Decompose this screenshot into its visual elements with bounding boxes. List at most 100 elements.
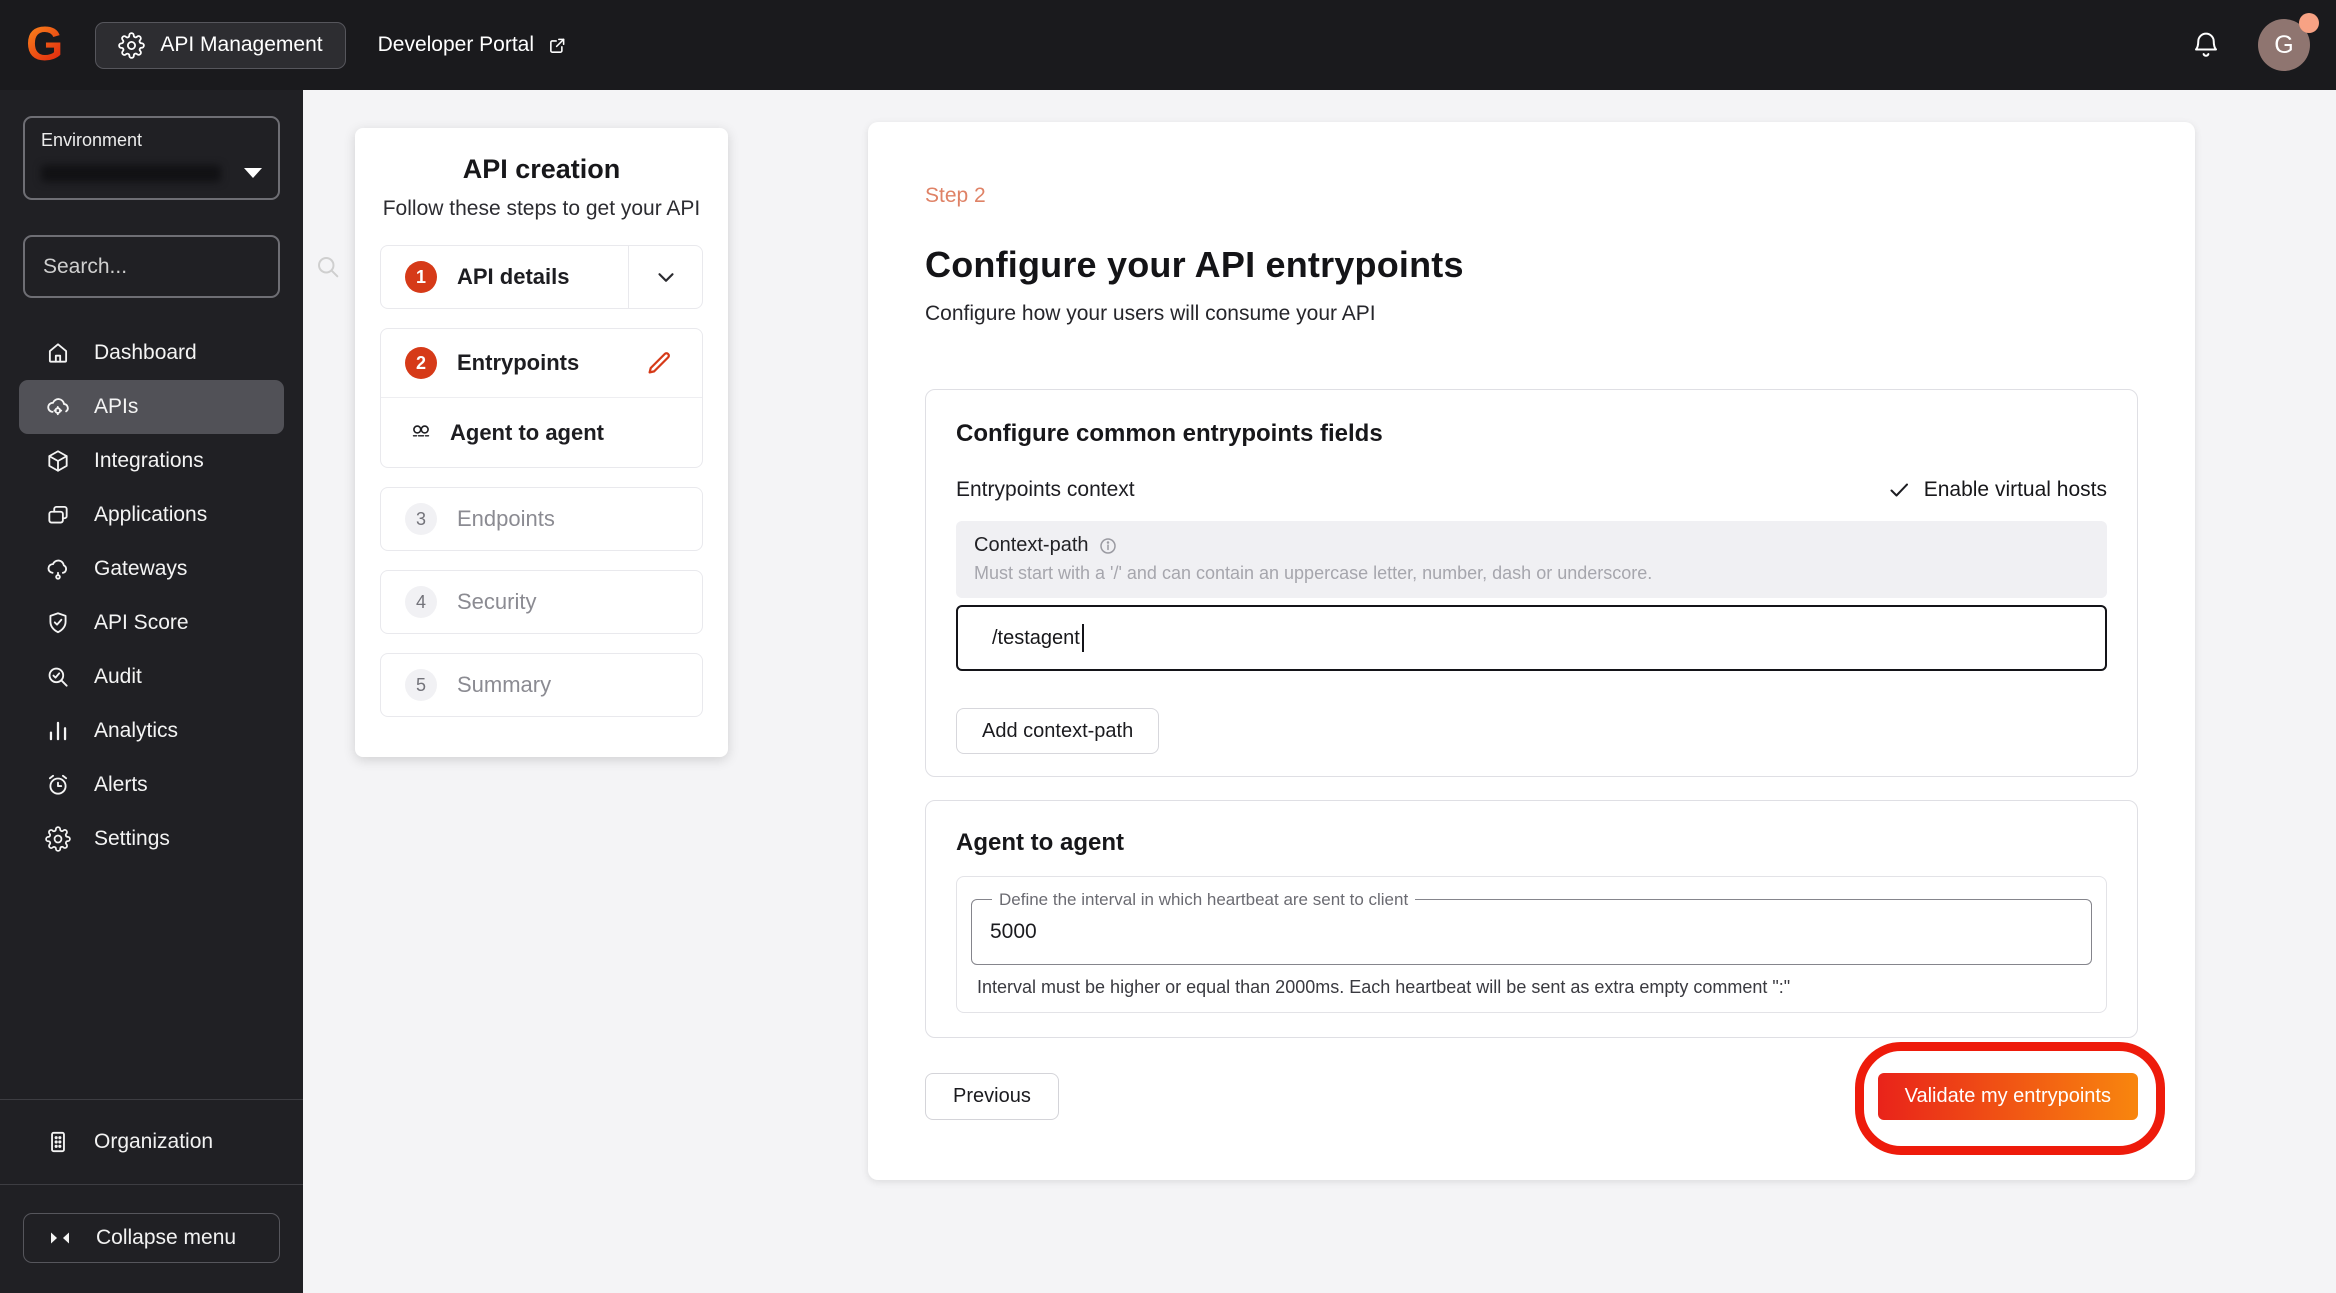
wizard-footer: Previous Validate my entrypoints	[925, 1042, 2165, 1155]
step-security: 4 Security	[380, 570, 703, 634]
sidebar-item-alerts[interactable]: Alerts	[19, 758, 284, 812]
substep-label: Agent to agent	[450, 419, 604, 445]
sidebar-item-label: Settings	[94, 827, 170, 850]
step-number-badge: 4	[405, 586, 437, 618]
sidebar-item-label: Audit	[94, 665, 142, 688]
sidebar-item-apis[interactable]: APIs	[19, 380, 284, 434]
pencil-icon	[644, 348, 674, 378]
sidebar-item-label: Applications	[94, 503, 208, 526]
stepper-title: API creation	[462, 154, 621, 184]
sidebar-item-audit[interactable]: Audit	[19, 650, 284, 704]
heartbeat-interval-label: Define the interval in which heartbeat a…	[992, 890, 1416, 910]
environment-value-redacted	[41, 164, 221, 182]
step-security-row[interactable]: 4 Security	[381, 571, 702, 633]
card-title: Configure common entrypoints fields	[956, 420, 1383, 447]
top-bar: G API Management Developer Portal G	[0, 0, 2336, 90]
cloud-gear-icon	[45, 394, 71, 420]
validate-button-wrap: Validate my entrypoints	[1854, 1042, 2165, 1155]
enable-virtual-hosts-label: Enable virtual hosts	[1923, 478, 2107, 501]
cloud-node-icon	[45, 556, 71, 582]
entrypoints-context-row: Entrypoints context Enable virtual hosts	[956, 478, 2107, 502]
sidebar-item-label: Alerts	[94, 773, 148, 796]
step-summary-row[interactable]: 5 Summary	[381, 654, 702, 716]
sidebar-item-settings[interactable]: Settings	[19, 812, 284, 866]
previous-button[interactable]: Previous	[925, 1073, 1059, 1120]
notifications-bell-icon[interactable]	[2190, 29, 2222, 61]
collapse-arrows-icon	[49, 1229, 71, 1247]
context-path-label: Context-path	[974, 534, 1089, 556]
organization-label: Organization	[94, 1130, 214, 1153]
heartbeat-panel: Define the interval in which heartbeat a…	[956, 876, 2107, 1013]
entrypoints-step-panel: Step 2 Configure your API entrypoints Co…	[868, 122, 2195, 1180]
heartbeat-interval-hint: Interval must be higher or equal than 20…	[977, 977, 1791, 997]
step-entrypoints: 2 Entrypoints Agent to agent	[380, 328, 703, 468]
sidebar-item-label: Dashboard	[94, 341, 197, 364]
expand-step-button[interactable]	[628, 246, 702, 308]
stepper-subtitle: Follow these steps to get your API	[382, 197, 701, 220]
step-label: API details	[457, 264, 570, 289]
alarm-clock-icon	[45, 772, 71, 798]
developer-portal-link[interactable]: Developer Portal	[378, 33, 568, 57]
app-switcher-label: API Management	[160, 33, 323, 56]
topbar-right: G	[2190, 13, 2319, 71]
validate-entrypoints-button[interactable]: Validate my entrypoints	[1877, 1073, 2138, 1120]
heartbeat-interval-input[interactable]: Define the interval in which heartbeat a…	[971, 890, 2092, 965]
sidebar-item-dashboard[interactable]: Dashboard	[19, 326, 284, 380]
app-switcher-button[interactable]: API Management	[95, 21, 346, 69]
gravitee-logo[interactable]: G	[26, 21, 63, 69]
building-icon	[45, 1129, 71, 1155]
context-path-value: /testagent	[992, 626, 1080, 649]
step-endpoints-row[interactable]: 3 Endpoints	[381, 488, 702, 550]
external-link-icon	[547, 35, 568, 56]
cog-badge-icon	[118, 31, 146, 59]
context-path-field-header: Context-path Must start with a '/' and c…	[956, 521, 2107, 598]
sidebar-item-integrations[interactable]: Integrations	[19, 434, 284, 488]
sidebar-item-api-score[interactable]: API Score	[19, 596, 284, 650]
chevron-down-icon	[653, 264, 679, 290]
context-path-input[interactable]: /testagent	[956, 605, 2107, 671]
sidebar-item-organization[interactable]: Organization	[0, 1100, 303, 1184]
sidebar-item-gateways[interactable]: Gateways	[19, 542, 284, 596]
sidebar-item-label: API Score	[94, 611, 189, 634]
sidebar-item-analytics[interactable]: Analytics	[19, 704, 284, 758]
step-summary: 5 Summary	[380, 653, 703, 717]
edit-step-button[interactable]	[644, 348, 674, 378]
agent-to-agent-icon	[409, 421, 433, 445]
enable-virtual-hosts-toggle[interactable]: Enable virtual hosts	[1887, 478, 2107, 502]
agent-to-agent-card: Agent to agent Define the interval in wh…	[925, 800, 2138, 1038]
sidebar-item-label: APIs	[94, 395, 139, 418]
step-label: Summary	[457, 672, 552, 697]
info-icon[interactable]	[1098, 536, 1118, 556]
sidebar-bottom: Organization Collapse menu	[0, 1099, 303, 1293]
apps-icon	[45, 502, 71, 528]
environment-selector[interactable]: Environment	[23, 116, 280, 200]
card-title: Agent to agent	[956, 829, 1124, 856]
home-icon	[45, 340, 71, 366]
bar-chart-icon	[45, 718, 71, 744]
caret-down-icon	[244, 168, 262, 178]
entrypoints-context-label: Entrypoints context	[956, 478, 1135, 501]
search-check-icon	[45, 664, 71, 690]
search-input[interactable]	[43, 254, 314, 279]
shield-check-icon	[45, 610, 71, 636]
collapse-menu-button[interactable]: Collapse menu	[23, 1213, 280, 1263]
substep-agent-to-agent[interactable]: Agent to agent	[381, 397, 702, 467]
step-entrypoints-row[interactable]: 2 Entrypoints	[381, 329, 702, 397]
step-endpoints: 3 Endpoints	[380, 487, 703, 551]
step-number-badge: 2	[405, 347, 437, 379]
step-number-badge: 5	[405, 669, 437, 701]
user-avatar[interactable]: G	[2258, 13, 2319, 71]
sidebar: Environment Dashboard	[0, 90, 339, 1293]
page-subtitle: Configure how your users will consume yo…	[925, 302, 1376, 325]
add-context-path-button[interactable]: Add context-path	[956, 708, 1160, 754]
collapse-menu-label: Collapse menu	[96, 1226, 237, 1249]
step-label: Endpoints	[457, 506, 555, 531]
sidebar-item-applications[interactable]: Applications	[19, 488, 284, 542]
gear-icon	[45, 826, 71, 852]
avatar-status-badge	[2299, 13, 2319, 33]
context-path-hint: Must start with a '/' and can contain an…	[974, 563, 1653, 583]
environment-label: Environment	[41, 130, 143, 150]
step-api-details-row[interactable]: 1 API details	[381, 246, 702, 308]
search-icon	[314, 253, 342, 281]
cube-icon	[45, 448, 71, 474]
